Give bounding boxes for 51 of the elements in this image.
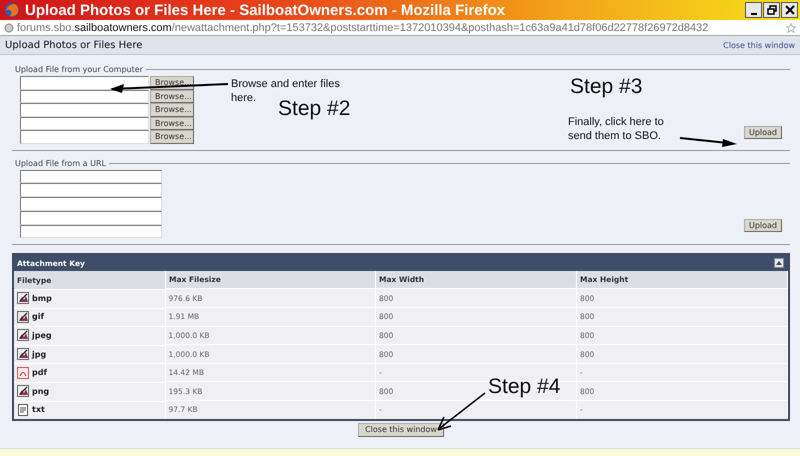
page-title: Upload Photos or Files Here [5,40,142,50]
section-legend: Upload File from your Computer [12,65,143,74]
url-field[interactable] [20,170,162,184]
restore-button[interactable] [763,2,780,18]
section-legend: Upload File from a URL [12,158,106,168]
filetype-cell: gif [32,312,44,322]
file-path-field[interactable] [20,76,149,90]
url-field[interactable] [20,183,162,198]
upload-button[interactable]: Upload [744,219,782,232]
browse-button[interactable]: Browse... [150,90,194,103]
image-file-icon [17,292,29,304]
collapse-button[interactable] [774,258,784,268]
close-window-link[interactable]: Close this window [723,40,795,50]
url-field[interactable] [20,210,162,225]
caret-icon [776,261,782,266]
filetype-cell: jpg [32,350,46,359]
file-path-field[interactable] [20,116,149,130]
address-bar[interactable]: forums.sbo.sailboatowners.com/newattachment.php?t=153732&poststarttime=1372010394&posthash=1c63a9a41d78f06d22778f26972d8432 [0,20,800,36]
close-window-button[interactable]: Close this window [358,422,444,437]
globe-icon [4,2,20,18]
browse-button[interactable]: Browse... [150,116,194,130]
globe-icon [4,22,14,32]
restore-icon [766,5,776,15]
filetype-cell: jpeg [32,330,52,340]
file-path-field[interactable] [20,130,149,144]
filetype-cell: txt [32,405,45,414]
upload-button[interactable]: Upload [744,126,782,138]
star-icon[interactable] [786,22,796,32]
minimize-button[interactable] [745,2,762,18]
browse-button[interactable]: Browse... [150,130,194,144]
file-path-field[interactable] [20,103,149,116]
minimize-icon [750,12,756,14]
arrow [680,137,737,147]
image-file-icon [17,310,29,323]
image-file-icon [17,329,29,342]
arrow [437,392,486,431]
text-file-icon [17,404,29,416]
browse-button[interactable]: Browse... [150,103,194,116]
callout-text: Finally, click here to send them to SBO. [568,115,665,144]
image-file-icon [17,385,29,398]
filetype-cell: png [32,386,50,396]
filetype-cell: bmp [32,294,52,303]
url-field[interactable] [20,197,162,211]
step-label: Step #3 [570,75,642,99]
url-text: forums.sbo.sailboatowners.com/newattachment.php?t=153732&poststarttime=1372010394&posthash=1c63a9a41d78f06d22778f26972d8432 [17,22,710,34]
window-title: Upload Photos or Files Here - SailboatOwners.com - Mozilla Firefox [25,2,506,18]
close-icon [784,5,794,15]
file-path-field[interactable] [20,90,149,103]
filetype-cell: pdf [32,368,47,378]
url-field[interactable] [20,224,162,238]
close-button[interactable] [781,2,798,18]
